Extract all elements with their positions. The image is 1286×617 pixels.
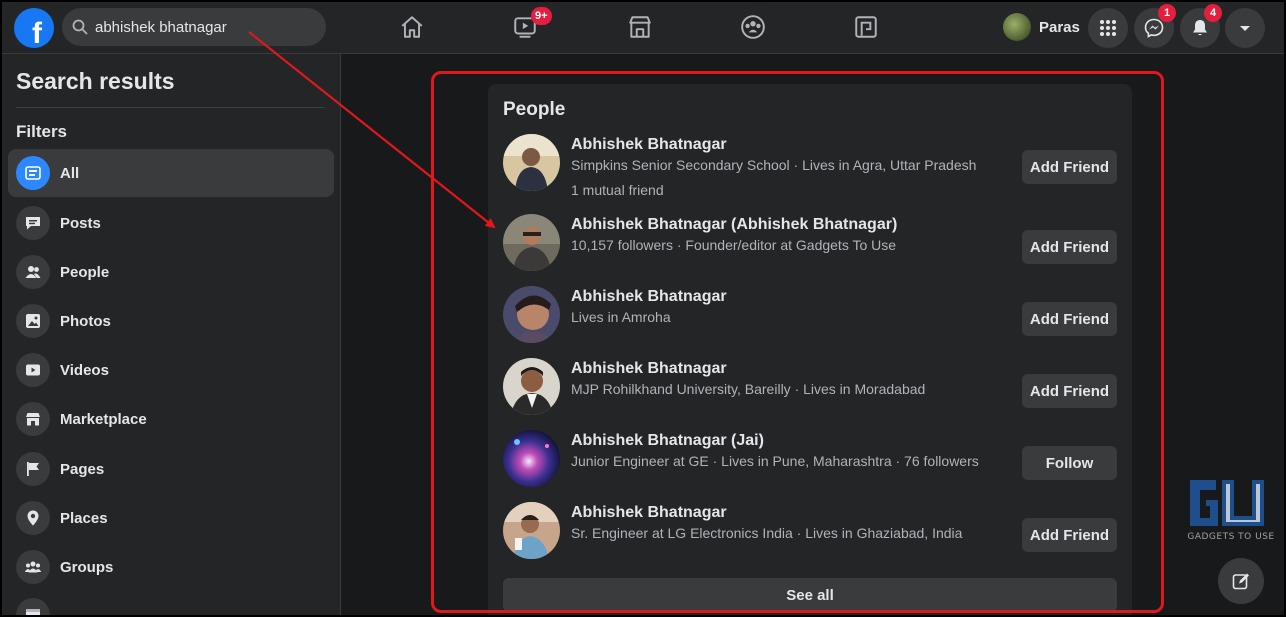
person-name[interactable]: Abhishek Bhatnagar (Jai) (571, 432, 764, 450)
filter-label: Photos (60, 312, 111, 330)
person-details: Sr. Engineer at LG Electronics India · L… (571, 525, 963, 541)
groups-icon[interactable] (738, 12, 768, 42)
avatar (503, 502, 560, 559)
filter-item-all[interactable]: All (8, 149, 334, 197)
add-friend-button[interactable]: Add Friend (1022, 302, 1117, 336)
search-input[interactable] (95, 18, 315, 36)
person-result[interactable]: Abhishek Bhatnagar (Abhishek Bhatnagar) … (503, 214, 1117, 274)
people-icon (25, 266, 41, 278)
filter-label: Places (60, 509, 108, 527)
avatar (503, 430, 560, 487)
avatar (503, 214, 560, 271)
person-name[interactable]: Abhishek Bhatnagar (571, 288, 727, 306)
person-details: Lives in Amroha (571, 309, 671, 325)
groups-icon (24, 561, 42, 573)
filter-item-photos[interactable]: Photos (8, 297, 334, 345)
person-name[interactable]: Abhishek Bhatnagar (571, 504, 727, 522)
filter-label: Posts (60, 214, 101, 232)
marketplace-icon (26, 413, 40, 426)
search-box[interactable] (62, 8, 326, 46)
person-details: MJP Rohilkhand University, Bareilly · Li… (571, 381, 926, 397)
messenger-badge: 1 (1158, 4, 1176, 22)
filter-label: Pages (60, 460, 105, 478)
account-menu-button[interactable] (1225, 8, 1265, 48)
add-friend-button[interactable]: Add Friend (1022, 150, 1117, 184)
person-result[interactable]: Abhishek Bhatnagar Lives in Amroha Add F… (503, 286, 1117, 346)
person-details: Junior Engineer at GE · Lives in Pune, M… (571, 453, 979, 469)
posts-icon (26, 217, 40, 230)
people-results-card: People Abhishek Bhatnagar Simpkins Senio… (488, 84, 1132, 617)
people-section-title: People (503, 99, 566, 120)
avatar (503, 134, 560, 191)
person-details: 10,157 followers · Founder/editor at Gad… (571, 237, 897, 253)
person-result[interactable]: Abhishek Bhatnagar Simpkins Senior Secon… (503, 134, 1117, 198)
filter-item-events-partial[interactable] (8, 592, 334, 617)
videos-icon (26, 364, 40, 376)
filter-label: All (60, 164, 80, 182)
home-icon[interactable] (397, 12, 427, 42)
person-name[interactable]: Abhishek Bhatnagar (571, 136, 727, 154)
menu-button[interactable] (1088, 8, 1128, 48)
add-friend-button[interactable]: Add Friend (1022, 230, 1117, 264)
caret-down-icon (1240, 26, 1250, 31)
follow-button[interactable]: Follow (1022, 446, 1117, 480)
photos-icon (26, 314, 40, 328)
profile-name: Paras (1039, 18, 1080, 36)
notifications-badge: 4 (1204, 4, 1222, 22)
bell-icon (1193, 20, 1207, 36)
gaming-icon[interactable] (851, 12, 881, 42)
facebook-logo-icon[interactable]: f (14, 8, 54, 48)
person-result[interactable]: Abhishek Bhatnagar MJP Rohilkhand Univer… (503, 358, 1117, 418)
location-pin-icon (27, 510, 39, 526)
grid-menu-icon (1100, 20, 1116, 36)
avatar (503, 286, 560, 343)
person-details: Simpkins Senior Secondary School · Lives… (571, 157, 977, 173)
avatar (503, 358, 560, 415)
filter-label: People (60, 263, 110, 281)
watermark-text: GADGETS TO USE (1187, 532, 1275, 542)
filter-item-marketplace[interactable]: Marketplace (8, 395, 334, 443)
add-friend-button[interactable]: Add Friend (1022, 374, 1117, 408)
person-name[interactable]: Abhishek Bhatnagar (Abhishek Bhatnagar) (571, 216, 897, 234)
flag-icon (27, 462, 39, 476)
feed-icon (25, 166, 41, 180)
person-result[interactable]: Abhishek Bhatnagar (Jai) Junior Engineer… (503, 430, 1117, 490)
filter-label: Videos (60, 361, 109, 379)
marketplace-icon[interactable] (625, 12, 655, 42)
person-name[interactable]: Abhishek Bhatnagar (571, 360, 727, 378)
divider (16, 107, 324, 108)
filter-item-pages[interactable]: Pages (8, 445, 334, 493)
page-title: Search results (16, 68, 175, 94)
calendar-icon (26, 609, 40, 617)
add-friend-button[interactable]: Add Friend (1022, 518, 1117, 552)
messenger-icon (1144, 18, 1164, 38)
person-result[interactable]: Abhishek Bhatnagar Sr. Engineer at LG El… (503, 502, 1117, 562)
avatar (1003, 13, 1031, 41)
filter-item-places[interactable]: Places (8, 494, 334, 542)
see-all-button[interactable]: See all (503, 578, 1117, 612)
filter-label: Marketplace (60, 410, 147, 428)
watch-badge: 9+ (531, 7, 552, 25)
gadgets-to-use-watermark: GADGETS TO USE (1184, 474, 1278, 544)
filter-item-groups[interactable]: Groups (8, 543, 334, 591)
search-filters-sidebar: Search results Filters All Posts People … (0, 54, 341, 617)
filter-item-posts[interactable]: Posts (8, 199, 334, 247)
search-icon (72, 19, 88, 35)
profile-shortcut[interactable]: Paras (1003, 13, 1080, 41)
filter-item-videos[interactable]: Videos (8, 346, 334, 394)
mutual-friends: 1 mutual friend (571, 182, 664, 198)
filter-label: Groups (60, 558, 114, 576)
filter-item-people[interactable]: People (8, 248, 334, 296)
new-message-button[interactable] (1218, 558, 1264, 604)
compose-icon (1232, 573, 1249, 590)
top-navigation-bar: f 9+ Paras 1 4 (0, 0, 1286, 54)
filters-heading: Filters (16, 122, 68, 141)
